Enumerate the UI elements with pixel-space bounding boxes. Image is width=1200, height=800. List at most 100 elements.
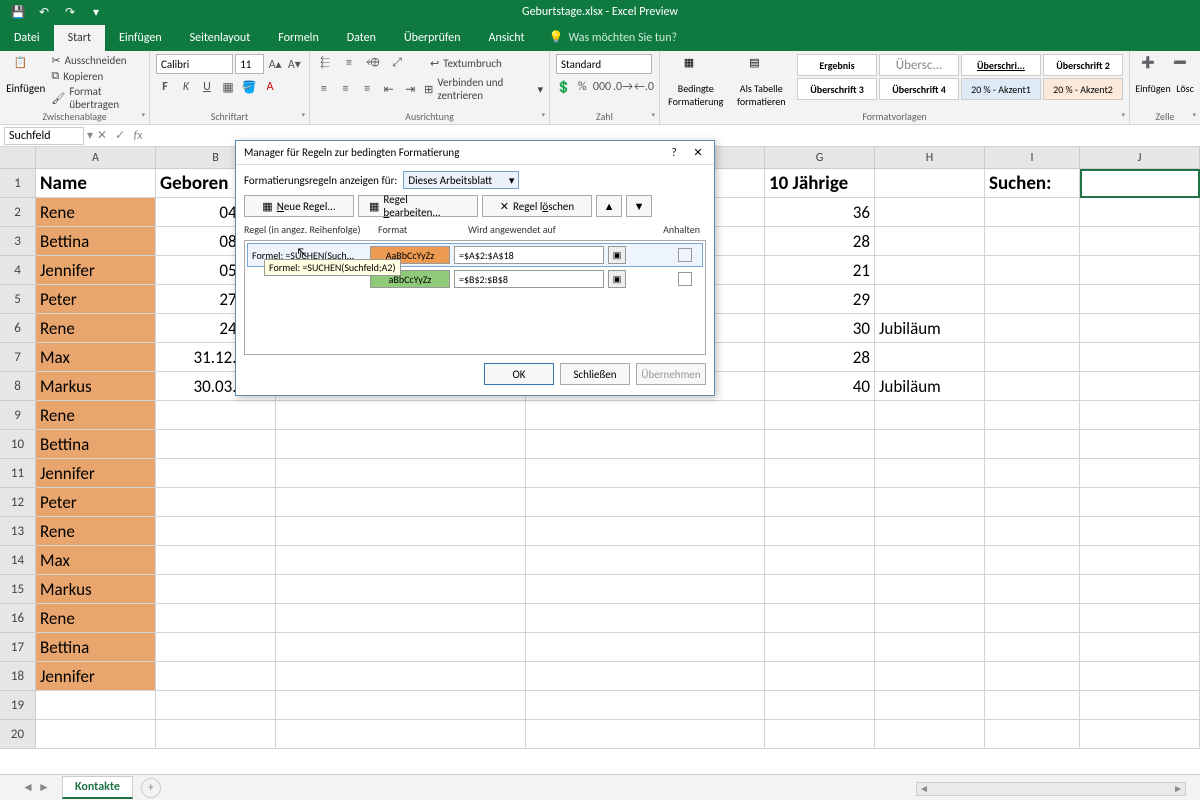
cell[interactable] [765,691,875,720]
sheet-nav-prev[interactable]: ◄ [20,780,36,795]
tab-layout[interactable]: Seitenlayout [176,25,265,51]
row-head[interactable]: 18 [0,662,36,691]
apply-button[interactable]: Übernehmen [636,363,706,385]
style-acc2[interactable]: 20 % - Akzent2 [1043,78,1123,100]
save-icon[interactable]: 💾 [10,4,26,20]
cut-button[interactable]: ✂Ausschneiden [51,54,143,67]
row-head[interactable]: 5 [0,285,36,314]
cell[interactable] [1080,227,1200,256]
new-rule-button[interactable]: ▦NNeue Regel...eue Regel... [244,195,354,217]
cell[interactable] [1080,546,1200,575]
cell[interactable] [765,546,875,575]
cell[interactable] [526,633,765,662]
cell[interactable]: 28 [765,343,875,372]
style-h1[interactable]: Überschri... [961,54,1041,76]
cell[interactable] [1080,691,1200,720]
row-head[interactable]: 11 [0,459,36,488]
cell[interactable] [276,546,526,575]
cell[interactable]: Bettina [36,227,156,256]
cell[interactable]: 30 [765,314,875,343]
align-bottom-button[interactable]: ⬲ [364,54,382,72]
cell[interactable]: Suchen: [985,169,1080,198]
cell[interactable] [765,488,875,517]
cond-format-button[interactable]: ▦Bedingte Formatierung [666,54,726,108]
rule-range-input[interactable]: =$B$2:$B$8 [454,270,604,288]
row-head[interactable]: 2 [0,198,36,227]
undo-icon[interactable]: ↶ [36,4,52,20]
row-head[interactable]: 15 [0,575,36,604]
cell[interactable] [526,488,765,517]
col-G[interactable]: G [765,147,875,169]
cell[interactable] [985,198,1080,227]
row-head[interactable]: 10 [0,430,36,459]
row-head[interactable]: 17 [0,633,36,662]
row-head[interactable]: 1 [0,169,36,198]
row-head[interactable]: 20 [0,720,36,749]
shrink-font-button[interactable]: A▾ [286,55,303,73]
cell[interactable] [875,546,985,575]
cell[interactable] [1080,633,1200,662]
cell[interactable] [875,604,985,633]
cell[interactable] [765,662,875,691]
col-I[interactable]: I [985,147,1080,169]
cell[interactable] [985,604,1080,633]
tab-review[interactable]: Überprüfen [390,25,475,51]
cell[interactable] [875,575,985,604]
style-h4[interactable]: Überschrift 4 [879,78,959,100]
cell[interactable] [765,633,875,662]
cell[interactable] [875,343,985,372]
cell[interactable] [276,488,526,517]
delete-cells-button[interactable]: ➖Lösc [1173,54,1197,95]
cell[interactable] [1080,285,1200,314]
cell[interactable] [156,546,276,575]
styles-gallery[interactable]: Ergebnis Übersc... Überschri... Überschr… [797,54,1123,108]
cell[interactable] [875,430,985,459]
comma-button[interactable]: 000 [593,78,611,96]
cell[interactable] [985,401,1080,430]
cell[interactable] [276,633,526,662]
cell[interactable] [985,546,1080,575]
cell[interactable] [875,169,985,198]
align-center-button[interactable]: ≡ [338,80,354,98]
cell[interactable] [276,459,526,488]
cell[interactable] [985,633,1080,662]
cell[interactable] [276,604,526,633]
cell[interactable]: 28 [765,227,875,256]
cell[interactable] [765,430,875,459]
cell[interactable] [1080,604,1200,633]
accept-formula-button[interactable]: ✓ [111,128,129,143]
cell[interactable]: Rene [36,604,156,633]
insert-cells-button[interactable]: ➕Einfügen [1136,54,1170,95]
row-head[interactable]: 6 [0,314,36,343]
inc-indent-button[interactable]: ⇥ [403,80,419,98]
cell[interactable] [985,517,1080,546]
cell[interactable]: Peter [36,285,156,314]
cell[interactable]: Jennifer [36,662,156,691]
cell[interactable]: Markus [36,575,156,604]
move-down-button[interactable]: ▼ [626,195,652,217]
cell[interactable] [985,430,1080,459]
cell[interactable] [1080,198,1200,227]
cell[interactable] [875,227,985,256]
cell[interactable] [875,401,985,430]
tell-me[interactable]: 💡 Was möchten Sie tun? [539,24,688,51]
align-middle-button[interactable]: ≡ [340,54,358,72]
delete-rule-button[interactable]: ✕Regel löschen [482,195,592,217]
cell[interactable] [875,256,985,285]
add-sheet-button[interactable]: + [141,778,161,798]
style-result[interactable]: Ergebnis [797,54,877,76]
close-button[interactable]: Schließen [560,363,630,385]
sheet-tab-active[interactable]: Kontakte [62,776,133,799]
cell[interactable]: Rene [36,198,156,227]
range-picker-button[interactable]: ▣ [608,246,626,264]
rule-range-input[interactable]: =$A$2:$A$18 [454,246,604,264]
tab-start[interactable]: Start [54,25,105,51]
style-heading[interactable]: Übersc... [879,54,959,76]
cell[interactable] [1080,314,1200,343]
cell[interactable] [875,517,985,546]
cell[interactable] [1080,372,1200,401]
cell[interactable]: Rene [36,401,156,430]
cell[interactable] [1080,517,1200,546]
cell[interactable] [985,372,1080,401]
cell[interactable] [526,720,765,749]
